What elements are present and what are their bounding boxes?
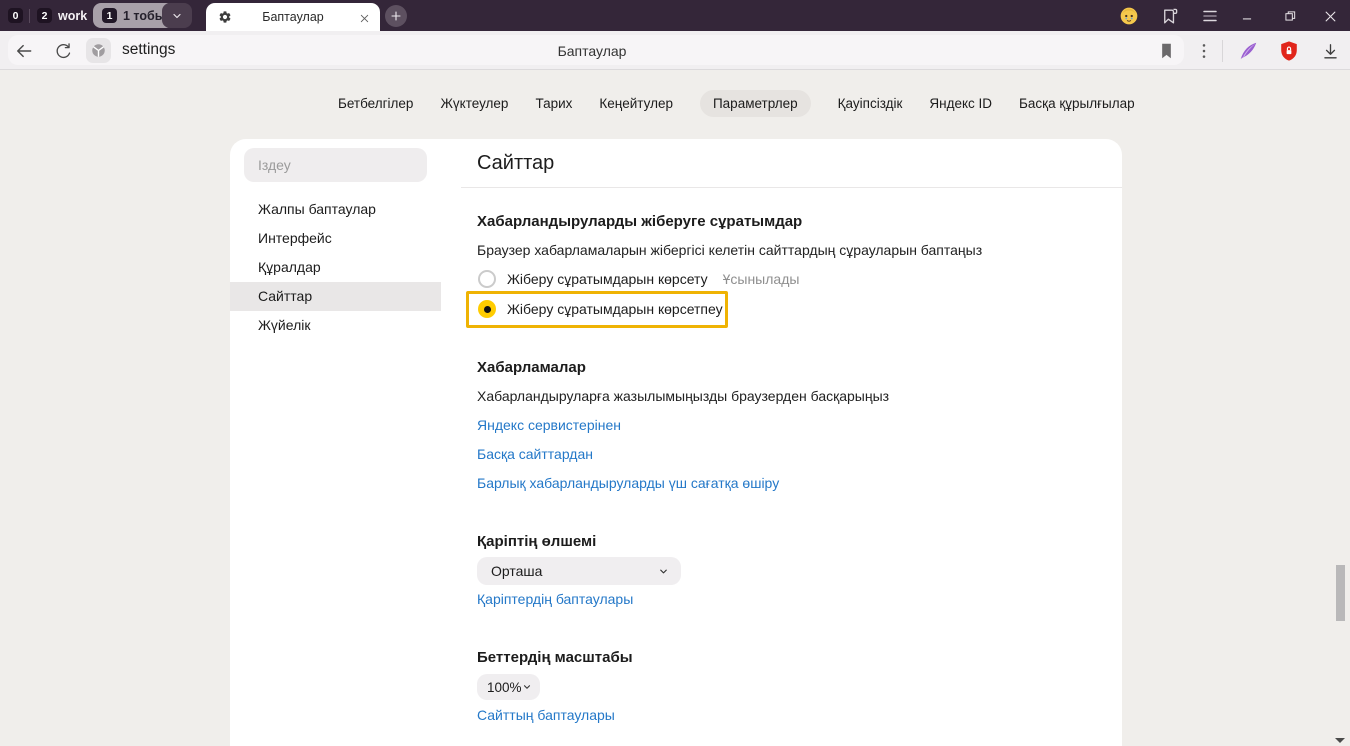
search-input[interactable] — [244, 148, 427, 182]
page-zoom-value: 100% — [487, 680, 522, 695]
close-window-button[interactable] — [1319, 5, 1341, 27]
shield-lock-icon — [1278, 40, 1300, 62]
radio-label: Жіберу сұратымдарын көрсетпеу — [507, 301, 723, 317]
tab-group-label: 1 тобы — [123, 9, 165, 23]
titlebar: 0 2 work 1 1 тобы Баптаулар — [0, 0, 1350, 31]
tab-yandex-id[interactable]: Яндекс ID — [929, 96, 992, 111]
page-title: Сайттар — [477, 152, 554, 175]
chevron-down-icon — [171, 10, 183, 22]
radio-option-show-requests[interactable]: Жіберу сұратымдарын көрсету Ұсынылады — [478, 270, 799, 288]
link-site-settings[interactable]: Сайттың баптаулары — [477, 707, 615, 723]
tab-group-expand-button[interactable] — [162, 3, 192, 28]
link-other-sites[interactable]: Басқа сайттардан — [477, 446, 593, 462]
tab-bookmarks[interactable]: Бетбелгілер — [338, 96, 413, 111]
titlebar-divider — [29, 9, 30, 23]
radio-label: Жіберу сұратымдарын көрсету — [507, 271, 708, 287]
bookmark-icon — [1160, 43, 1173, 59]
tab-history[interactable]: Тарих — [535, 96, 572, 111]
tab-other-devices[interactable]: Басқа құрылғылар — [1019, 96, 1135, 111]
notifications-description: Хабарландыруларға жазылымыңызды браузерд… — [477, 388, 889, 404]
radio-selected-icon[interactable] — [478, 300, 496, 318]
tab-extensions[interactable]: Кеңейтулер — [599, 96, 673, 111]
feather-icon — [1237, 40, 1259, 62]
link-yandex-services[interactable]: Яндекс сервистерінен — [477, 417, 621, 433]
active-tab[interactable]: Баптаулар — [206, 3, 380, 31]
restore-button[interactable] — [1279, 5, 1301, 27]
sidebar-item-interface[interactable]: Интерфейс — [230, 224, 441, 253]
settings-card: Жалпы баптаулар Интерфейс Құралдар Сайтт… — [230, 139, 1122, 746]
collections-icon — [1160, 7, 1179, 26]
kebab-menu-icon — [1197, 43, 1211, 59]
tab-settings[interactable]: Параметрлер — [700, 90, 811, 117]
tab-group-label: work — [58, 9, 87, 23]
tab-downloads[interactable]: Жүктеулер — [440, 96, 508, 111]
sidebar-item-general[interactable]: Жалпы баптаулар — [230, 195, 441, 224]
link-mute-all-notifications[interactable]: Барлық хабарландыруларды үш сағатқа өшір… — [477, 475, 779, 491]
scrollbar-down-button[interactable] — [1333, 732, 1347, 746]
address-toolbar: settings Баптаулар — [0, 31, 1350, 70]
bookmark-button[interactable] — [1154, 39, 1178, 63]
sidebar-item-system[interactable]: Жүйелік — [230, 311, 441, 340]
sidebar-item-sites[interactable]: Сайттар — [230, 282, 441, 311]
tab-group-zero[interactable]: 0 — [8, 8, 23, 23]
restore-icon — [1283, 9, 1297, 23]
push-requests-description: Браузер хабарламаларын жібергісі келетін… — [477, 242, 982, 258]
omnibox-page-title: Баптаулар — [0, 43, 1184, 59]
sidebar-item-tools[interactable]: Құралдар — [230, 253, 441, 282]
recommended-badge: Ұсынылады — [723, 271, 800, 287]
close-icon — [1323, 9, 1338, 24]
new-tab-button[interactable] — [385, 5, 407, 27]
section-divider — [461, 187, 1122, 188]
settings-nav-tabs: Бетбелгілер Жүктеулер Тарих Кеңейтулер П… — [338, 90, 1135, 117]
avatar[interactable] — [1118, 5, 1140, 27]
protect-shield-button[interactable] — [1277, 39, 1301, 63]
link-font-settings[interactable]: Қаріптердің баптаулары — [477, 591, 633, 607]
settings-page: Бетбелгілер Жүктеулер Тарих Кеңейтулер П… — [0, 70, 1350, 746]
tab-group-work[interactable]: 2 work — [37, 8, 87, 23]
plus-icon — [390, 10, 402, 22]
scroll-down-arrow-icon — [1333, 736, 1347, 745]
page-zoom-select[interactable]: 100% — [477, 674, 540, 700]
push-requests-title: Хабарландыруларды жіберуге сұратымдар — [477, 213, 802, 230]
browser-menu-button[interactable] — [1199, 5, 1221, 27]
download-icon — [1321, 42, 1340, 61]
tab-title: Баптаулар — [206, 10, 380, 24]
page-actions-button[interactable] — [1192, 39, 1216, 63]
chevron-down-icon — [658, 566, 669, 577]
tab-security[interactable]: Қауіпсіздік — [838, 96, 903, 111]
lightpen-extension-button[interactable] — [1236, 39, 1260, 63]
font-size-value: Орташа — [491, 563, 542, 579]
tab-group-count-badge: 2 — [37, 8, 52, 23]
chevron-down-icon — [522, 682, 532, 692]
notifications-title: Хабарламалар — [477, 359, 586, 376]
font-size-title: Қаріптің өлшемі — [477, 533, 596, 550]
page-zoom-title: Беттердің масштабы — [477, 649, 633, 666]
downloads-button[interactable] — [1318, 39, 1342, 63]
scrollbar-thumb[interactable] — [1336, 565, 1345, 621]
font-size-select[interactable]: Орташа — [477, 557, 681, 585]
tab-close-icon[interactable] — [359, 11, 370, 29]
browser-window: 0 2 work 1 1 тобы Баптаулар — [0, 0, 1350, 746]
tab-group-count-badge: 1 — [102, 8, 117, 23]
toolbar-separator — [1222, 40, 1223, 62]
minimize-button[interactable] — [1236, 5, 1258, 27]
radio-option-hide-requests[interactable]: Жіберу сұратымдарын көрсетпеу — [478, 300, 723, 318]
hamburger-menu-icon — [1201, 8, 1219, 24]
collections-panel-button[interactable] — [1158, 5, 1180, 27]
radio-unselected-icon[interactable] — [478, 270, 496, 288]
minimize-icon — [1240, 9, 1254, 23]
